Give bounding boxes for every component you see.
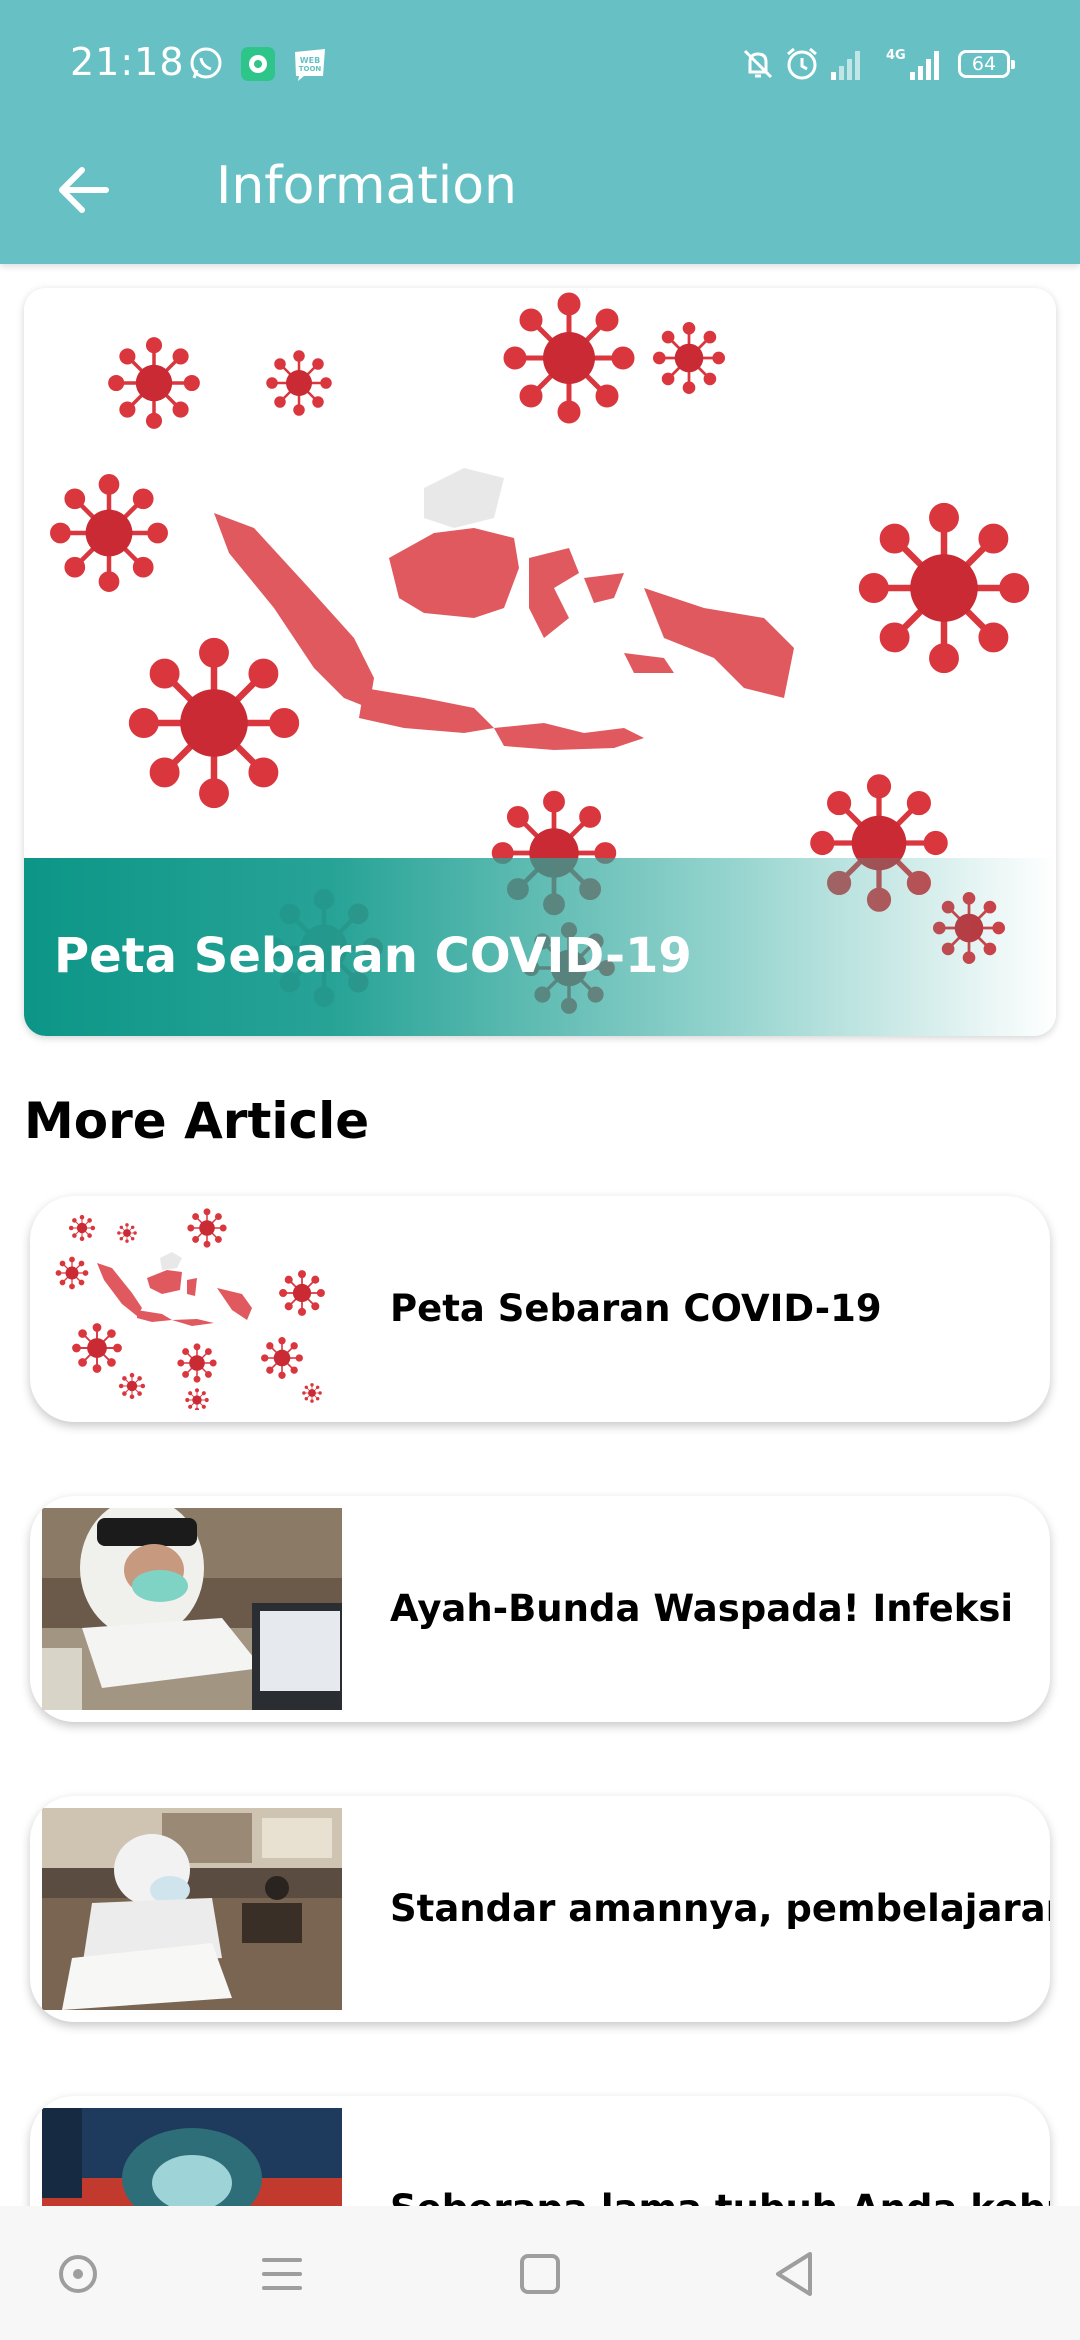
- svg-text:TOON: TOON: [299, 65, 322, 73]
- webtoon-icon: WEB TOON: [292, 46, 328, 82]
- arrow-left-icon[interactable]: [52, 158, 116, 222]
- status-time: 21:18: [70, 40, 185, 84]
- featured-article-card[interactable]: Peta Sebaran COVID-19: [24, 288, 1056, 1036]
- content-scroll[interactable]: Peta Sebaran COVID-19 More Article Peta …: [0, 0, 1080, 2206]
- battery-icon: 64: [958, 50, 1015, 78]
- menu-icon[interactable]: [244, 2236, 320, 2312]
- back-triangle-icon[interactable]: [758, 2236, 834, 2312]
- status-bar: 21:18 WEB TOON 4G 64: [0, 0, 1080, 132]
- home-square-icon[interactable]: [502, 2236, 578, 2312]
- mute-icon: [740, 46, 776, 82]
- chat-app-icon: [240, 46, 276, 82]
- article-card[interactable]: Standar amannya, pembelajaran: [30, 1796, 1050, 2022]
- app-bar: Information: [0, 132, 1080, 264]
- assistant-dot-icon[interactable]: [40, 2236, 116, 2312]
- top-bar: 21:18 WEB TOON 4G 64 Information: [0, 0, 1080, 264]
- system-nav-bar: [0, 2206, 1080, 2340]
- article-card[interactable]: Ayah-Bunda Waspada! Infeksi: [30, 1496, 1050, 1722]
- article-title: Peta Sebaran COVID-19: [390, 1287, 882, 1330]
- featured-article-title: Peta Sebaran COVID-19: [54, 928, 692, 984]
- whatsapp-icon: [188, 46, 224, 82]
- article-card[interactable]: Seberapa lama tubuh Anda kebal: [30, 2096, 1050, 2206]
- article-card[interactable]: Peta Sebaran COVID-19: [30, 1196, 1050, 1422]
- article-title: Standar amannya, pembelajaran: [390, 1887, 1050, 1930]
- article-thumbnail: [42, 2108, 342, 2206]
- article-thumbnail: [42, 1208, 342, 1410]
- article-title: Ayah-Bunda Waspada! Infeksi: [390, 1587, 1014, 1630]
- more-article-heading: More Article: [24, 1092, 370, 1150]
- article-thumbnail: [42, 1808, 342, 2010]
- svg-text:WEB: WEB: [300, 56, 320, 65]
- article-title: Seberapa lama tubuh Anda kebal: [390, 2096, 1050, 2206]
- svg-text:4G: 4G: [886, 48, 906, 63]
- article-thumbnail: [42, 1508, 342, 1710]
- page-title: Information: [216, 156, 518, 216]
- signal-4g-icon: 4G: [884, 46, 944, 82]
- signal-icon: [828, 46, 864, 82]
- alarm-icon: [784, 46, 820, 82]
